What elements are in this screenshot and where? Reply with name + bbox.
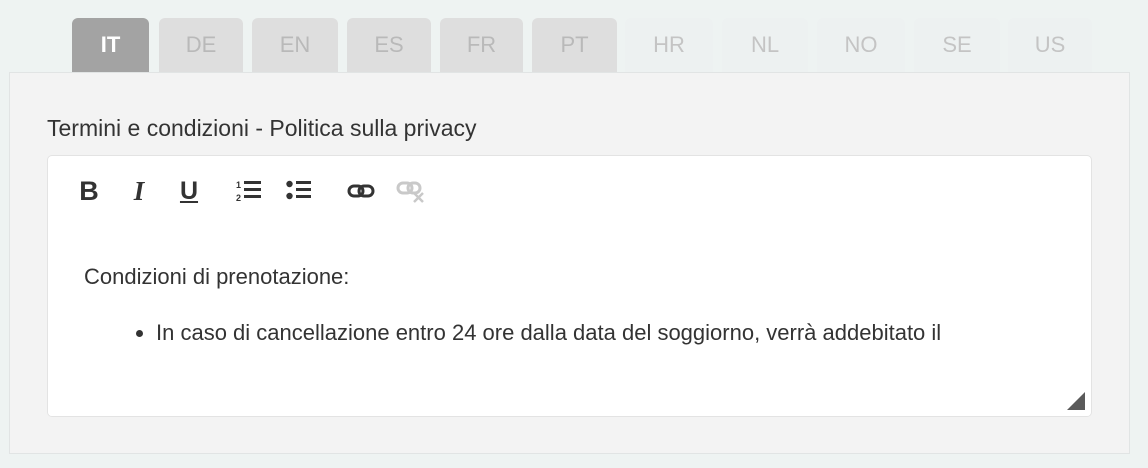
tab-no[interactable]: NO [817, 18, 905, 72]
tab-de[interactable]: DE [159, 18, 243, 72]
editor-content[interactable]: Condizioni di prenotazione: In caso di c… [84, 264, 1061, 346]
resize-handle-icon[interactable] [1067, 392, 1085, 410]
tab-us[interactable]: US [1008, 18, 1092, 72]
overflow-fade [48, 362, 1091, 416]
tab-it[interactable]: IT [72, 18, 149, 72]
tab-hr[interactable]: HR [625, 18, 713, 72]
content-heading: Condizioni di prenotazione: [84, 264, 350, 289]
bold-icon[interactable]: B [74, 174, 104, 208]
rich-text-editor[interactable]: B I U 1 2 Condizioni di prenotazione: • … [47, 155, 1092, 417]
svg-text:2: 2 [236, 193, 241, 203]
tab-nl[interactable]: NL [722, 18, 808, 72]
svg-text:1: 1 [236, 180, 241, 190]
unlink-icon[interactable] [394, 174, 428, 208]
field-label: Termini e condizioni - Politica sulla pr… [47, 115, 477, 141]
editor-toolbar: B I U 1 2 [48, 156, 1091, 228]
link-icon[interactable] [344, 174, 378, 208]
tab-se[interactable]: SE [914, 18, 1000, 72]
tab-fr[interactable]: FR [440, 18, 523, 72]
content-panel: Termini e condizioni - Politica sulla pr… [9, 72, 1130, 454]
unordered-list-icon[interactable] [284, 174, 314, 208]
bullet-list: In caso di cancellazione entro 24 ore da… [84, 320, 1061, 346]
italic-icon[interactable]: I [124, 174, 154, 208]
underline-icon[interactable]: U [174, 174, 204, 208]
tab-es[interactable]: ES [347, 18, 431, 72]
tab-en[interactable]: EN [252, 18, 338, 72]
tab-pt[interactable]: PT [532, 18, 617, 72]
ordered-list-icon[interactable]: 1 2 [234, 174, 264, 208]
list-item: In caso di cancellazione entro 24 ore da… [156, 320, 1061, 346]
